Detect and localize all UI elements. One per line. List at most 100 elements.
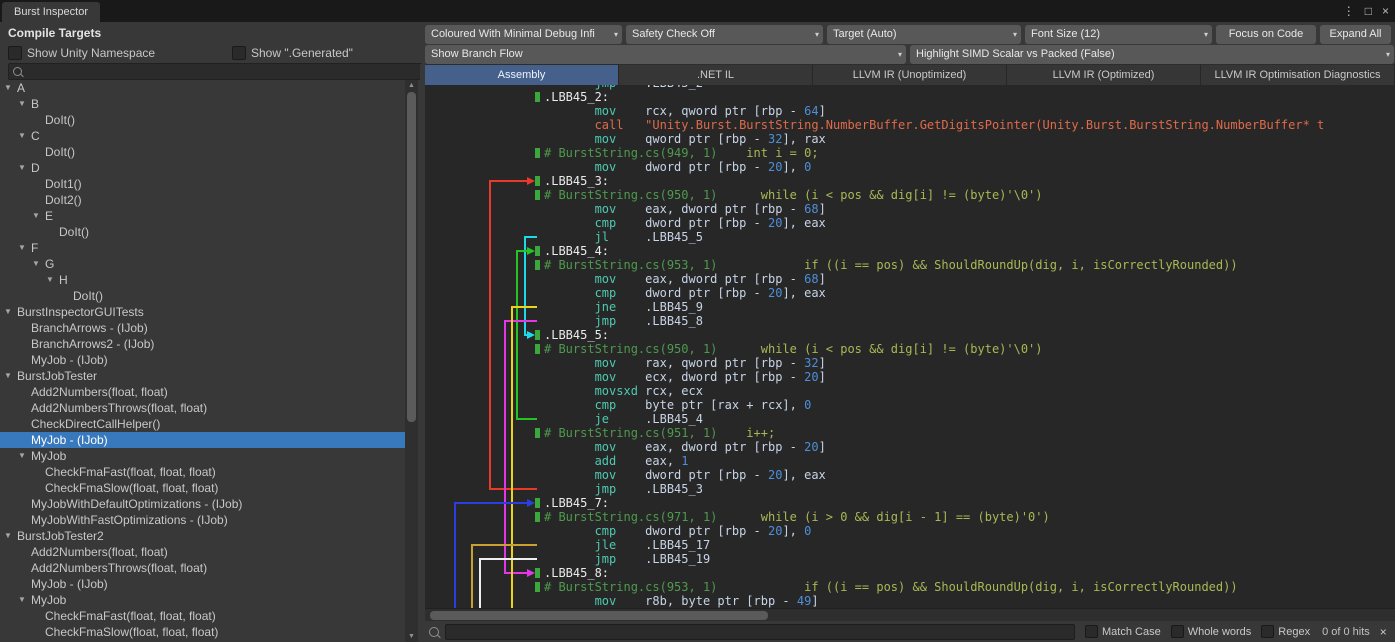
- tree-item-label: CheckFmaFast(float, float, float): [45, 608, 216, 624]
- foldout-triangle-icon[interactable]: ▼: [18, 240, 31, 256]
- checkbox-icon[interactable]: [1171, 625, 1184, 638]
- dropdown-show-branch-flow[interactable]: Show Branch Flow▾: [425, 45, 906, 64]
- tree-item-doit2[interactable]: DoIt2(): [0, 192, 405, 208]
- tree-item-myjob[interactable]: ▼MyJob: [0, 592, 405, 608]
- tree-item-h[interactable]: ▼H: [0, 272, 405, 288]
- tab-llvm-ir-optimized[interactable]: LLVM IR (Optimized): [1007, 64, 1201, 85]
- tab-assembly[interactable]: Assembly: [425, 64, 619, 85]
- foldout-triangle-icon[interactable]: ▼: [32, 256, 45, 272]
- foldout-triangle-icon[interactable]: ▼: [18, 128, 31, 144]
- checkbox-icon[interactable]: [232, 46, 246, 60]
- tree-item-label: CheckFmaSlow(float, float, float): [45, 624, 218, 640]
- whole-words-toggle[interactable]: Whole words: [1171, 625, 1252, 638]
- code-line: mov rax, qword ptr [rbp - 32]: [425, 356, 1395, 370]
- tree-item-doit[interactable]: DoIt(): [0, 288, 405, 304]
- spacer: [717, 258, 804, 272]
- tab-net-il[interactable]: .NET IL: [619, 64, 813, 85]
- scrollbar-thumb[interactable]: [430, 611, 768, 620]
- checkbox-icon[interactable]: [1085, 625, 1098, 638]
- foldout-triangle-icon[interactable]: ▼: [18, 160, 31, 176]
- operands: eax, dword ptr [rbp -: [645, 272, 804, 286]
- dropdown-target-auto[interactable]: Target (Auto)▾: [827, 25, 1021, 44]
- foldout-triangle-icon[interactable]: ▼: [32, 208, 45, 224]
- tree-item-add2numbers-float-float[interactable]: Add2Numbers(float, float): [0, 544, 405, 560]
- assembly-code-view[interactable]: jmp .LBB45_2.LBB45_2: mov rcx, qword ptr…: [425, 85, 1395, 608]
- code-line: mov eax, dword ptr [rbp - 68]: [425, 272, 1395, 286]
- tree-item-b[interactable]: ▼B: [0, 96, 405, 112]
- button-expand-all[interactable]: Expand All: [1320, 25, 1391, 44]
- tree-item-myjob[interactable]: ▼MyJob: [0, 448, 405, 464]
- scroll-up-icon[interactable]: ▲: [405, 82, 418, 89]
- checkbox-icon[interactable]: [8, 46, 22, 60]
- tree-item-add2numbersthrows-float-float[interactable]: Add2NumbersThrows(float, float): [0, 400, 405, 416]
- compile-targets-search-input[interactable]: [8, 63, 422, 80]
- block-label: .LBB45_7:: [544, 496, 609, 510]
- tree-item-checkfmafast-float-float-float[interactable]: CheckFmaFast(float, float, float): [0, 464, 405, 480]
- code-line: mov dword ptr [rbp - 20], 0: [425, 160, 1395, 174]
- tree-item-brancharrows2-ijob[interactable]: BranchArrows2 - (IJob): [0, 336, 405, 352]
- foldout-triangle-icon[interactable]: ▼: [18, 96, 31, 112]
- foldout-triangle-icon[interactable]: ▼: [18, 448, 31, 464]
- tree-item-burstinspectorguitests[interactable]: ▼BurstInspectorGUITests: [0, 304, 405, 320]
- tree-item-doit[interactable]: DoIt(): [0, 224, 405, 240]
- tree-scrollbar[interactable]: ▲ ▼: [405, 80, 418, 642]
- tree-item-brancharrows-ijob[interactable]: BranchArrows - (IJob): [0, 320, 405, 336]
- number-literal: 20: [768, 286, 782, 300]
- tree-item-add2numbers-float-float[interactable]: Add2Numbers(float, float): [0, 384, 405, 400]
- tree-item-doit[interactable]: DoIt(): [0, 144, 405, 160]
- mnemonic: mov: [595, 132, 646, 146]
- dropdown-highlight-simd-scalar-vs-packed-false[interactable]: Highlight SIMD Scalar vs Packed (False)▾: [910, 45, 1394, 64]
- window-tab-burst-inspector[interactable]: Burst Inspector: [2, 2, 100, 22]
- tree-item-e[interactable]: ▼E: [0, 208, 405, 224]
- close-find-icon[interactable]: ×: [1380, 625, 1387, 639]
- window-tab-label: Burst Inspector: [14, 6, 88, 18]
- tree-item-d[interactable]: ▼D: [0, 160, 405, 176]
- dropdown-coloured-with-minimal-debug-infi[interactable]: Coloured With Minimal Debug Infi▾: [425, 25, 622, 44]
- mnemonic: jne: [595, 300, 646, 314]
- scroll-down-icon[interactable]: ▼: [405, 633, 418, 640]
- foldout-triangle-icon[interactable]: ▼: [4, 80, 17, 96]
- regex-toggle[interactable]: Regex: [1261, 625, 1310, 638]
- tree-item-checkfmafast-float-float-float[interactable]: CheckFmaFast(float, float, float): [0, 608, 405, 624]
- foldout-triangle-icon[interactable]: ▼: [4, 368, 17, 384]
- code-horizontal-scrollbar[interactable]: [425, 608, 1395, 621]
- show-generated-toggle[interactable]: Show ".Generated": [232, 45, 353, 60]
- tree-item-add2numbersthrows-float-float[interactable]: Add2NumbersThrows(float, float): [0, 560, 405, 576]
- tree-scrollbar-thumb[interactable]: [407, 92, 416, 422]
- tree-item-doit[interactable]: DoIt(): [0, 112, 405, 128]
- tree-item-myjob-ijob[interactable]: MyJob - (IJob): [0, 432, 405, 448]
- button-focus-on-code[interactable]: Focus on Code: [1216, 25, 1316, 44]
- foldout-triangle-icon[interactable]: ▼: [4, 528, 17, 544]
- tree-item-checkfmaslow-float-float-float[interactable]: CheckFmaSlow(float, float, float): [0, 624, 405, 640]
- tab-llvm-ir-unoptimized[interactable]: LLVM IR (Unoptimized): [813, 64, 1007, 85]
- tree-item-myjobwithdefaultoptimizations-ijob[interactable]: MyJobWithDefaultOptimizations - (IJob): [0, 496, 405, 512]
- tree-item-myjobwithfastoptimizations-ijob[interactable]: MyJobWithFastOptimizations - (IJob): [0, 512, 405, 528]
- dropdown-safety-check-off[interactable]: Safety Check Off▾: [626, 25, 823, 44]
- find-input[interactable]: [445, 624, 1075, 640]
- dropdown-label: Font Size (12): [1031, 28, 1100, 40]
- checkbox-icon[interactable]: [1261, 625, 1274, 638]
- dropdown-font-size-12[interactable]: Font Size (12)▾: [1025, 25, 1212, 44]
- tree-item-f[interactable]: ▼F: [0, 240, 405, 256]
- tree-item-c[interactable]: ▼C: [0, 128, 405, 144]
- tree-item-burstjobtester[interactable]: ▼BurstJobTester: [0, 368, 405, 384]
- menu-icon[interactable]: ⋮: [1343, 4, 1355, 18]
- foldout-triangle-icon[interactable]: ▼: [46, 272, 59, 288]
- foldout-triangle-icon[interactable]: ▼: [4, 304, 17, 320]
- tree-item-doit1[interactable]: DoIt1(): [0, 176, 405, 192]
- code-line: jl .LBB45_5: [425, 230, 1395, 244]
- tree-item-burstjobtester2[interactable]: ▼BurstJobTester2: [0, 528, 405, 544]
- tree-item-g[interactable]: ▼G: [0, 256, 405, 272]
- maximize-icon[interactable]: □: [1365, 4, 1372, 18]
- show-unity-namespace-toggle[interactable]: Show Unity Namespace: [8, 45, 232, 60]
- tree-item-checkdirectcallhelper[interactable]: CheckDirectCallHelper(): [0, 416, 405, 432]
- show-generated-label: Show ".Generated": [251, 46, 353, 60]
- tree-item-checkfmaslow-float-float-float[interactable]: CheckFmaSlow(float, float, float): [0, 480, 405, 496]
- close-icon[interactable]: ×: [1382, 4, 1389, 18]
- tab-llvm-ir-optimisation-diagnostics[interactable]: LLVM IR Optimisation Diagnostics: [1201, 64, 1395, 85]
- tree-item-a[interactable]: ▼A: [0, 80, 405, 96]
- match-case-toggle[interactable]: Match Case: [1085, 625, 1161, 638]
- tree-item-myjob-ijob[interactable]: MyJob - (IJob): [0, 576, 405, 592]
- foldout-triangle-icon[interactable]: ▼: [18, 592, 31, 608]
- tree-item-myjob-ijob[interactable]: MyJob - (IJob): [0, 352, 405, 368]
